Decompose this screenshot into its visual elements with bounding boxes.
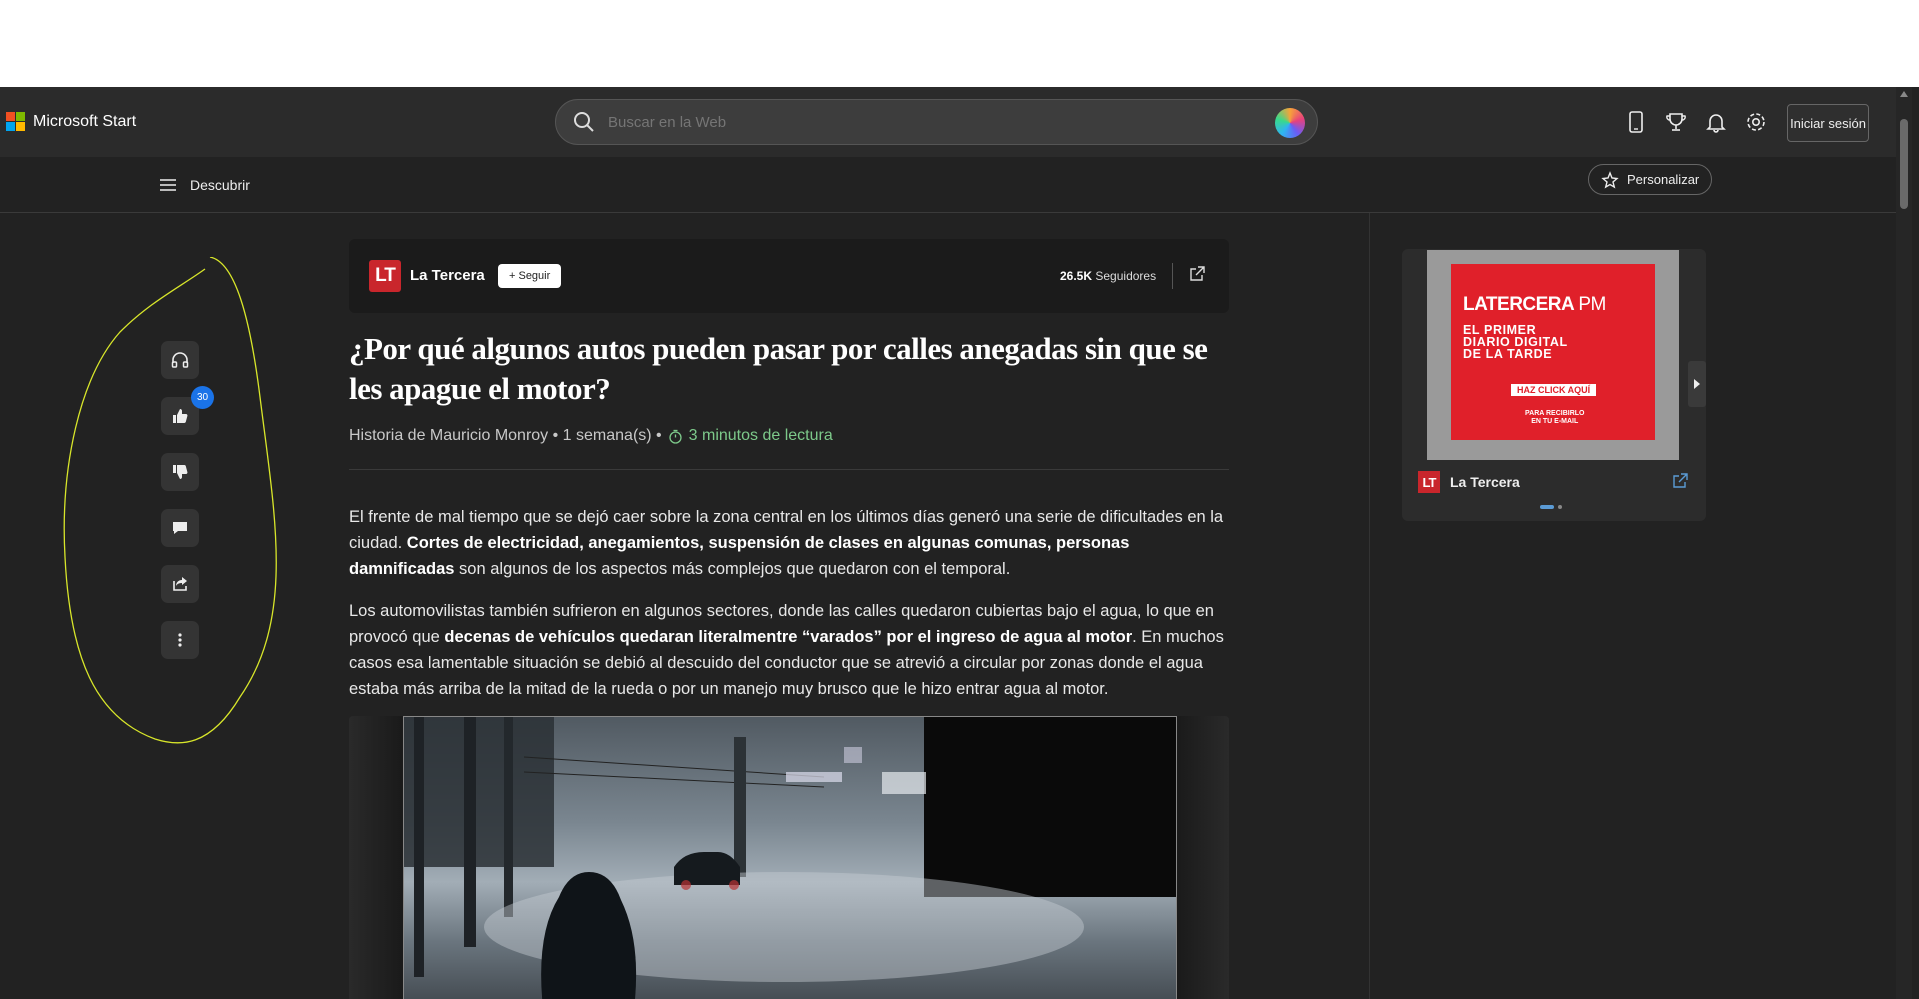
discover-menu-button[interactable]: Descubrir [160, 177, 250, 193]
carousel-next-button[interactable] [1688, 361, 1706, 407]
brand-name: Microsoft Start [33, 112, 137, 130]
thumbs-down-icon [173, 465, 188, 479]
search-icon [574, 112, 594, 132]
headphones-icon [171, 352, 189, 368]
chevron-right-icon [1694, 379, 1700, 389]
ad-brand-text: LATERCERA PM [1463, 294, 1606, 315]
trophy-icon[interactable] [1663, 109, 1689, 135]
sign-in-button[interactable]: Iniciar sesión [1787, 104, 1869, 142]
ad-banner: LATERCERA PM EL PRIMER DIARIO DIGITAL DE… [1451, 264, 1655, 440]
byline-author: Historia de Mauricio Monroy • 1 semana(s… [349, 427, 662, 444]
divider [1172, 263, 1173, 289]
browser-viewport: Microsoft Start Iniciar sesión [0, 87, 1919, 999]
dislike-button[interactable] [161, 453, 199, 491]
likes-count-badge: 30 [191, 386, 214, 409]
publisher-name[interactable]: La Tercera [410, 267, 485, 284]
top-navigation-bar: Microsoft Start Iniciar sesión [0, 87, 1896, 157]
more-icon [178, 633, 182, 647]
external-link-icon[interactable] [1189, 266, 1205, 282]
more-options-button[interactable] [161, 621, 199, 659]
ad-carousel-card[interactable]: LATERCERA PM EL PRIMER DIARIO DIGITAL DE… [1402, 249, 1706, 521]
flooded-street-photo [403, 716, 1177, 999]
scrollbar-thumb[interactable] [1900, 119, 1908, 209]
column-divider [1369, 213, 1370, 999]
article: LT La Tercera + Seguir 26.5K Seguidores … [349, 239, 1229, 999]
follow-button[interactable]: + Seguir [498, 264, 562, 288]
article-byline: Historia de Mauricio Monroy • 1 semana(s… [349, 427, 1229, 445]
gear-icon[interactable] [1743, 109, 1769, 135]
discover-label: Descubrir [190, 177, 250, 193]
brand-logo[interactable]: Microsoft Start [6, 112, 136, 131]
article-paragraph: Los automovilistas también sufrieron en … [349, 602, 1224, 698]
microsoft-logo-icon [6, 112, 25, 131]
thumbs-up-icon [173, 409, 188, 423]
phone-icon[interactable] [1623, 109, 1649, 135]
personalize-button[interactable]: Personalizar [1588, 164, 1713, 195]
share-icon [173, 577, 187, 591]
publisher-card: LT La Tercera + Seguir 26.5K Seguidores [349, 239, 1229, 313]
bell-icon[interactable] [1703, 109, 1729, 135]
article-paragraph: El frente de mal tiempo que se dejó caer… [349, 508, 1224, 578]
ad-source-logo: LT [1418, 471, 1440, 493]
copilot-icon[interactable] [1275, 108, 1305, 138]
carousel-indicator [1540, 505, 1562, 509]
article-action-rail: 30 [161, 341, 214, 659]
ad-image[interactable]: LATERCERA PM EL PRIMER DIARIO DIGITAL DE… [1427, 250, 1679, 460]
listen-button[interactable] [161, 341, 199, 379]
external-link-icon[interactable] [1672, 473, 1688, 489]
ad-cta: HAZ CLICK AQUÍ [1511, 384, 1597, 396]
search-input[interactable] [608, 113, 1248, 131]
read-time: 3 minutos de lectura [668, 427, 833, 445]
header-tools [1623, 109, 1769, 135]
search-bar[interactable] [555, 99, 1318, 145]
publisher-logo[interactable]: LT [369, 260, 401, 292]
article-title: ¿Por qué algunos autos pueden pasar por … [349, 331, 1208, 406]
comment-icon [173, 522, 187, 534]
article-hero-image[interactable] [349, 716, 1229, 999]
timer-icon [668, 429, 682, 444]
ad-subtext: PARA RECIBIRLO EN TU E-MAIL [1525, 410, 1585, 425]
scroll-up-arrow-icon[interactable] [1900, 91, 1908, 97]
ad-source-name: La Tercera [1450, 474, 1520, 490]
page-scrollbar[interactable] [1896, 87, 1912, 999]
hamburger-icon [160, 179, 176, 191]
like-button[interactable]: 30 [161, 386, 214, 435]
personalize-label: Personalizar [1627, 172, 1700, 187]
separator [349, 469, 1229, 470]
comment-button[interactable] [161, 509, 199, 547]
ad-source[interactable]: LT La Tercera [1418, 471, 1520, 493]
share-button[interactable] [161, 565, 199, 603]
personalize-star-icon [1601, 170, 1619, 188]
followers-count: 26.5K Seguidores [1060, 269, 1157, 283]
ad-tagline: EL PRIMER DIARIO DIGITAL DE LA TARDE [1463, 323, 1568, 361]
